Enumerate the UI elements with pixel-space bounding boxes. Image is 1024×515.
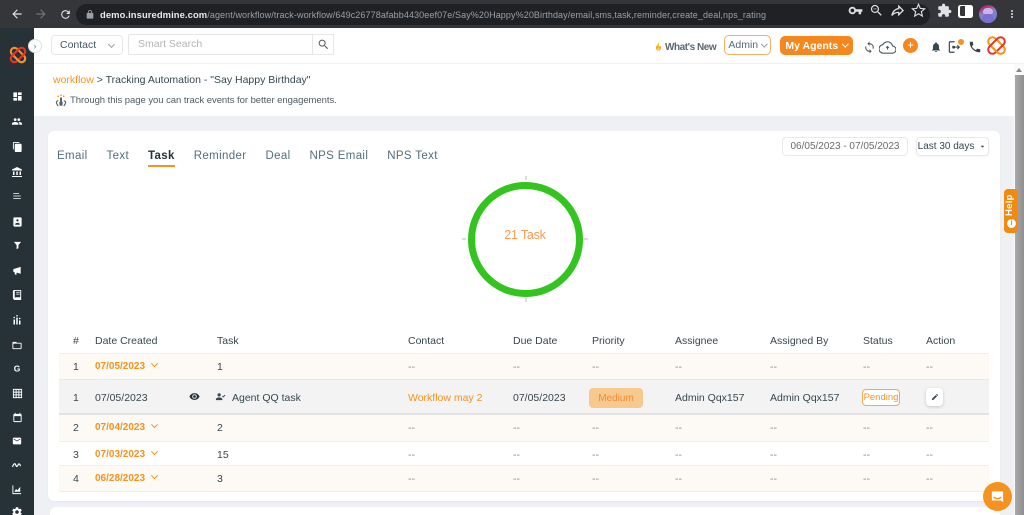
svg-text:G: G bbox=[14, 364, 21, 374]
